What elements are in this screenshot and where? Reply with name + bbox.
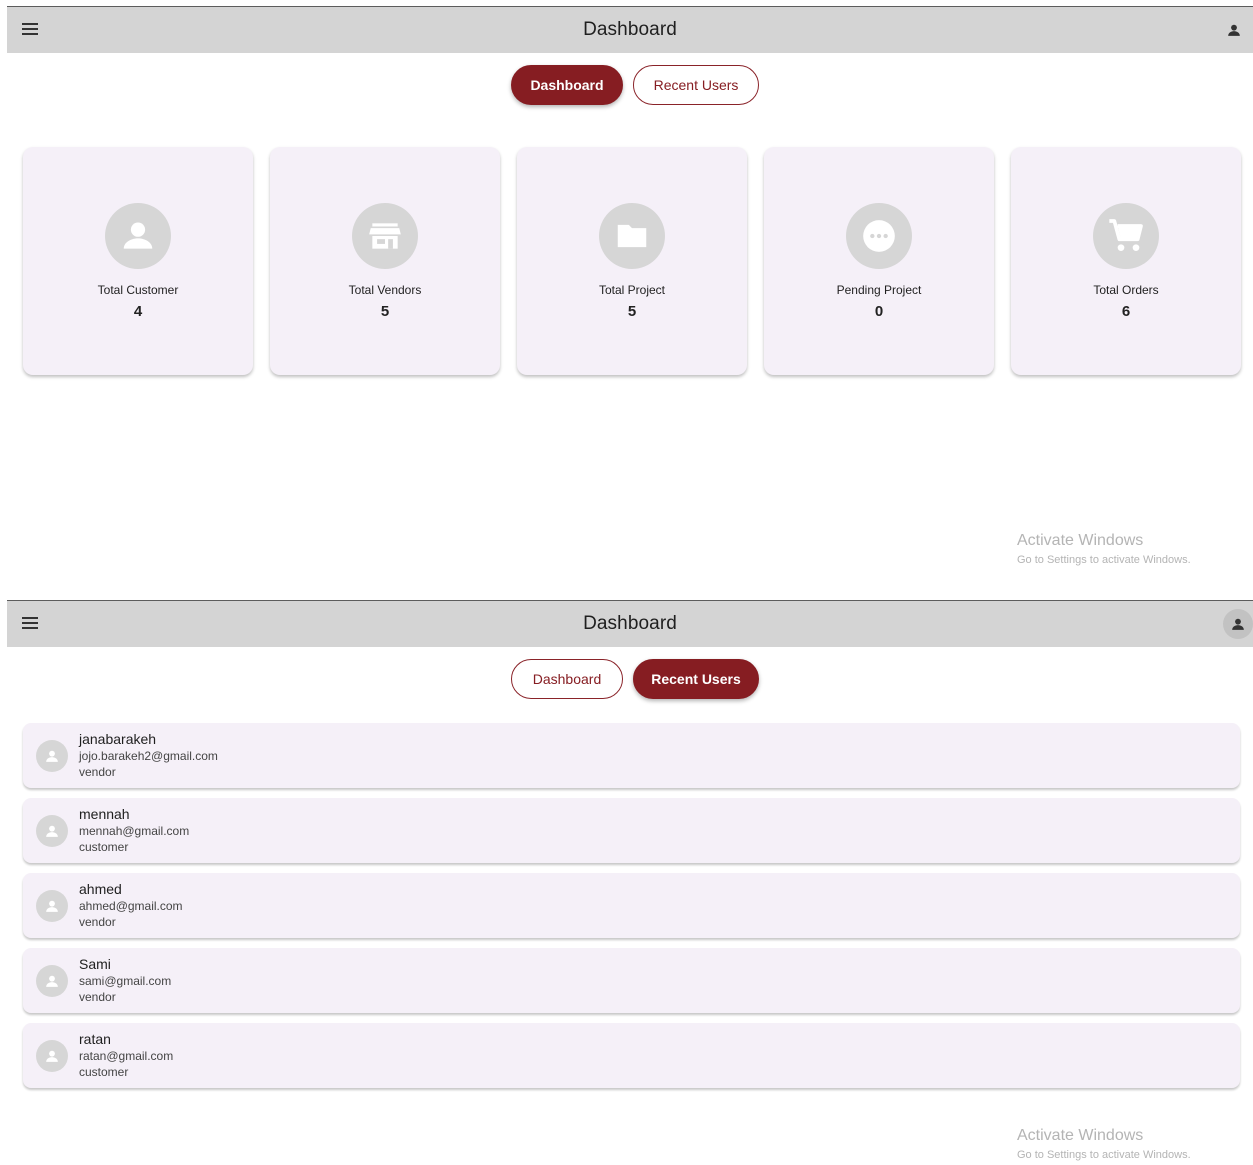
watermark-title: Activate Windows — [1017, 532, 1144, 549]
stats-cards: Total Customer 4 Total Vendors 5 Total P… — [23, 147, 1241, 375]
user-email: mennah@gmail.com — [79, 824, 190, 838]
stat-label: Pending Project — [836, 283, 922, 297]
user-list-item[interactable]: ratan ratan@gmail.com customer — [23, 1023, 1240, 1088]
avatar-icon — [36, 815, 68, 847]
more-horizontal-icon — [846, 203, 912, 269]
avatar-icon — [36, 965, 68, 997]
tab-recent-users[interactable]: Recent Users — [633, 65, 759, 105]
profile-icon[interactable] — [1223, 609, 1253, 639]
user-role: vendor — [79, 990, 116, 1004]
user-email: sami@gmail.com — [79, 974, 172, 988]
user-name: ahmed — [79, 881, 122, 897]
stat-value: 0 — [874, 303, 884, 320]
app-bar-title: Dashboard — [583, 613, 677, 634]
app-bar: Dashboard — [7, 6, 1253, 53]
user-list-item[interactable]: mennah mennah@gmail.com customer — [23, 798, 1240, 863]
store-icon — [352, 203, 418, 269]
user-role: customer — [79, 840, 129, 854]
stat-card-total-vendors[interactable]: Total Vendors 5 — [270, 147, 500, 375]
stat-value: 6 — [1121, 303, 1131, 320]
stat-label: Total Project — [598, 283, 666, 297]
stat-value: 5 — [627, 303, 637, 320]
tab-dashboard[interactable]: Dashboard — [511, 65, 623, 105]
user-list-item[interactable]: ahmed ahmed@gmail.com vendor — [23, 873, 1240, 938]
user-role: vendor — [79, 765, 116, 779]
dashboard-view: Dashboard Dashboard Recent Users Total C… — [7, 6, 1253, 595]
stat-card-total-orders[interactable]: Total Orders 6 — [1011, 147, 1241, 375]
person-icon — [105, 203, 171, 269]
profile-icon[interactable] — [1221, 17, 1247, 43]
tab-bar: Dashboard Recent Users — [17, 659, 1253, 699]
user-role: vendor — [79, 915, 116, 929]
watermark-subtitle: Go to Settings to activate Windows. — [1017, 554, 1191, 566]
avatar-icon — [36, 740, 68, 772]
user-name: mennah — [79, 806, 130, 822]
stat-label: Total Orders — [1093, 283, 1159, 297]
user-list-item[interactable]: Sami sami@gmail.com vendor — [23, 948, 1240, 1013]
app-bar-title: Dashboard — [583, 19, 677, 40]
user-name: Sami — [79, 956, 111, 972]
activate-windows-watermark: Activate Windows Go to Settings to activ… — [1017, 1127, 1191, 1161]
avatar-icon — [36, 1040, 68, 1072]
recent-users-list: janabarakeh jojo.barakeh2@gmail.com vend… — [23, 723, 1240, 1098]
stat-card-total-customer[interactable]: Total Customer 4 — [23, 147, 253, 375]
user-role: customer — [79, 1065, 129, 1079]
user-name: ratan — [79, 1031, 111, 1047]
user-email: ahmed@gmail.com — [79, 899, 183, 913]
app-bar: Dashboard — [7, 600, 1253, 647]
tab-dashboard[interactable]: Dashboard — [511, 659, 623, 699]
stat-label: Total Customer — [97, 283, 179, 297]
watermark-subtitle: Go to Settings to activate Windows. — [1017, 1149, 1191, 1161]
avatar-icon — [36, 890, 68, 922]
stat-label: Total Vendors — [348, 283, 422, 297]
activate-windows-watermark: Activate Windows Go to Settings to activ… — [1017, 532, 1191, 566]
tab-bar: Dashboard Recent Users — [17, 65, 1253, 105]
shopping-cart-icon — [1093, 203, 1159, 269]
user-email: ratan@gmail.com — [79, 1049, 174, 1063]
tab-recent-users[interactable]: Recent Users — [633, 659, 759, 699]
menu-icon[interactable] — [22, 617, 38, 631]
user-email: jojo.barakeh2@gmail.com — [79, 749, 218, 763]
user-list-item[interactable]: janabarakeh jojo.barakeh2@gmail.com vend… — [23, 723, 1240, 788]
stat-card-pending-project[interactable]: Pending Project 0 — [764, 147, 994, 375]
watermark-title: Activate Windows — [1017, 1127, 1144, 1144]
stat-card-total-project[interactable]: Total Project 5 — [517, 147, 747, 375]
stat-value: 4 — [133, 303, 143, 320]
stat-value: 5 — [380, 303, 390, 320]
menu-icon[interactable] — [22, 23, 38, 37]
user-name: janabarakeh — [79, 731, 157, 747]
recent-users-view: Dashboard Dashboard Recent Users janabar… — [7, 600, 1253, 1165]
folder-icon — [599, 203, 665, 269]
